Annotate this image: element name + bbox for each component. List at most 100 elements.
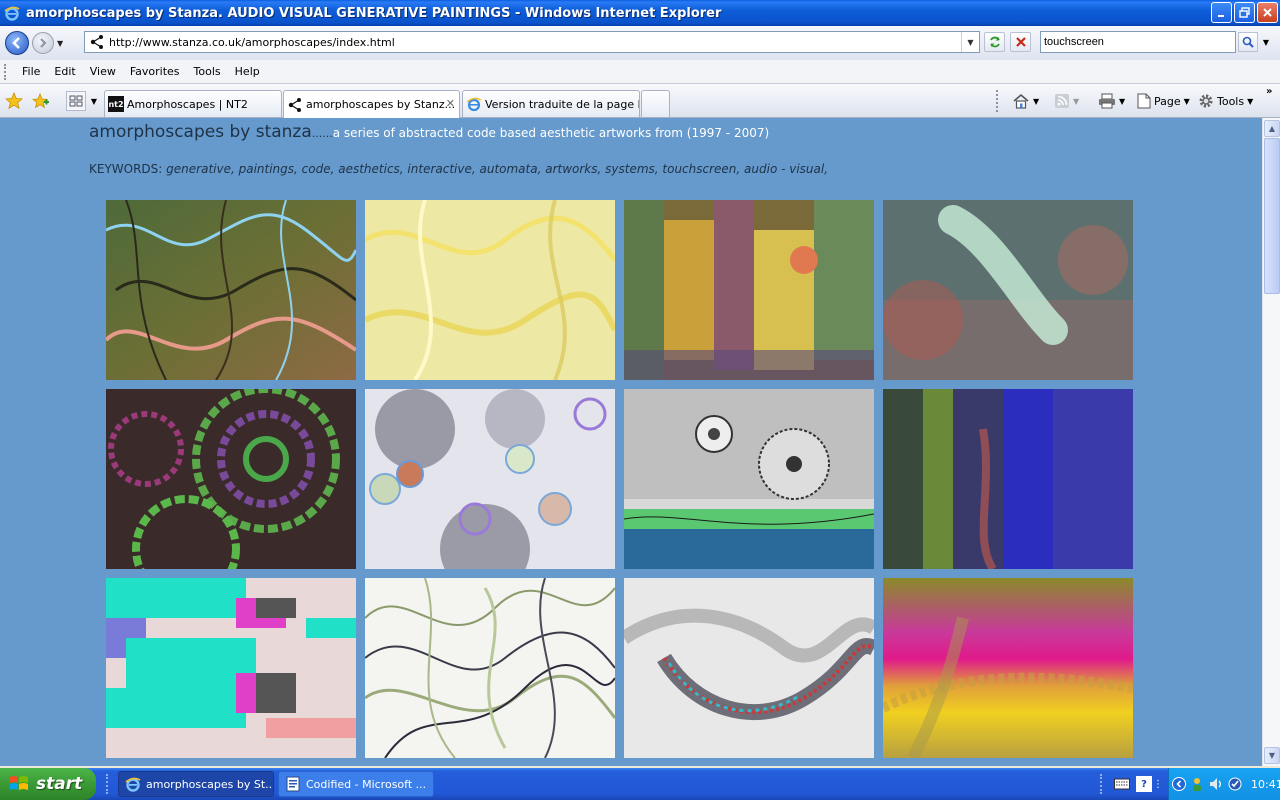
- forward-button[interactable]: [32, 32, 54, 54]
- keywords-label: KEYWORDS:: [89, 162, 163, 176]
- keyboard-icon[interactable]: [1114, 776, 1130, 792]
- ie-logo-icon: [125, 777, 141, 792]
- chevron-more-icon[interactable]: »: [1266, 86, 1272, 97]
- home-icon: [1013, 93, 1029, 109]
- address-bar[interactable]: http://www.stanza.co.uk/amorphoscapes/in…: [84, 31, 980, 53]
- scroll-up-button[interactable]: ▲: [1264, 120, 1280, 137]
- chevron-down-icon: ▼: [1033, 96, 1040, 106]
- search-icon: [1242, 36, 1254, 48]
- clock[interactable]: 10:41: [1251, 778, 1280, 791]
- arrow-left-icon: [12, 37, 20, 49]
- favorites-center-button[interactable]: [5, 92, 23, 110]
- start-button[interactable]: start: [0, 768, 96, 800]
- taskbar-task-ie[interactable]: amorphoscapes by St...: [118, 771, 274, 797]
- search-options-dropdown[interactable]: ▼: [1260, 32, 1272, 52]
- task-label: Codified - Microsoft ...: [306, 777, 427, 791]
- ie-logo-icon: [4, 6, 20, 21]
- back-button[interactable]: [5, 31, 29, 55]
- menu-edit[interactable]: Edit: [47, 65, 82, 78]
- restore-button[interactable]: [1234, 2, 1255, 23]
- start-label: start: [36, 774, 83, 794]
- stop-icon: [1015, 37, 1026, 47]
- star-icon: [5, 92, 23, 110]
- tab-amorphoscapes[interactable]: amorphoscapes by Stanz... ✕: [283, 90, 460, 118]
- page-icon: [1137, 93, 1151, 109]
- chevron-down-icon: ▼: [1119, 96, 1126, 106]
- close-button[interactable]: [1257, 2, 1278, 23]
- tab-label: Version traduite de la page h...: [485, 97, 640, 111]
- speaker-glyph: [1210, 778, 1221, 790]
- menu-tools[interactable]: Tools: [187, 65, 228, 78]
- url-text[interactable]: http://www.stanza.co.uk/amorphoscapes/in…: [109, 36, 395, 49]
- minimize-button[interactable]: [1211, 2, 1232, 23]
- refresh-button[interactable]: [984, 32, 1005, 52]
- print-button[interactable]: ▼: [1098, 93, 1125, 109]
- network-user-icon[interactable]: [1189, 776, 1205, 792]
- chevron-down-icon: ▼: [1247, 96, 1254, 106]
- artwork-thumbnail[interactable]: [106, 389, 356, 569]
- arrow-right-icon: [40, 38, 47, 48]
- printer-icon: [1099, 93, 1115, 109]
- keywords-list: generative, paintings, code, aesthetics,…: [166, 162, 829, 176]
- page-title: amorphoscapes by stanza: [89, 122, 312, 142]
- new-tab-button[interactable]: [641, 90, 670, 117]
- recent-pages-dropdown[interactable]: ▼: [57, 39, 69, 48]
- page-header: amorphoscapes by stanza......a series of…: [89, 122, 769, 142]
- page-menu-label: Page: [1154, 94, 1181, 108]
- close-icon: [1263, 8, 1272, 17]
- vertical-scrollbar[interactable]: ▲ ▼: [1262, 118, 1280, 766]
- toolbar-grip[interactable]: [4, 63, 7, 80]
- feeds-button[interactable]: ▼: [1054, 93, 1079, 109]
- tab-bar: ▼ nt2 Amorphoscapes | NT2 amorphoscapes …: [0, 84, 1280, 118]
- volume-icon[interactable]: [1208, 776, 1224, 792]
- window-title-bar[interactable]: amorphoscapes by Stanza. AUDIO VISUAL GE…: [0, 0, 1280, 26]
- taskbar-grip[interactable]: [106, 774, 108, 794]
- artwork-thumbnail[interactable]: [624, 578, 874, 758]
- menu-file[interactable]: File: [15, 65, 47, 78]
- address-toolbar: ▼ http://www.stanza.co.uk/amorphoscapes/…: [0, 26, 1280, 60]
- tab-list-dropdown[interactable]: ▼: [88, 92, 100, 110]
- tab-nt2[interactable]: nt2 Amorphoscapes | NT2: [104, 90, 282, 117]
- command-bar-grip[interactable]: [996, 90, 998, 112]
- artwork-thumbnail[interactable]: [624, 389, 874, 569]
- add-favorite-icon: [32, 92, 49, 109]
- tray-expand-icon[interactable]: [1172, 776, 1186, 792]
- menu-help[interactable]: Help: [228, 65, 267, 78]
- artwork-thumbnail[interactable]: [624, 200, 874, 380]
- artwork-thumbnail[interactable]: [106, 578, 356, 758]
- artwork-thumbnail[interactable]: [883, 578, 1133, 758]
- title-dots: ......: [311, 127, 333, 140]
- keywords-line: KEYWORDS: generative, paintings, code, a…: [89, 162, 828, 176]
- page-menu-button[interactable]: Page ▼: [1137, 93, 1190, 109]
- nt2-favicon-icon: nt2: [108, 96, 124, 112]
- keyboard-glyph: [1114, 778, 1130, 790]
- taskbar-task-codified[interactable]: Codified - Microsoft ...: [278, 771, 434, 797]
- tab-translated-page[interactable]: Version traduite de la page h...: [462, 90, 640, 117]
- menu-favorites[interactable]: Favorites: [123, 65, 187, 78]
- address-dropdown[interactable]: ▼: [961, 32, 979, 52]
- quick-tabs-button[interactable]: [66, 91, 86, 111]
- artwork-thumbnail[interactable]: [106, 200, 356, 380]
- antivirus-icon[interactable]: [1227, 776, 1243, 792]
- menu-view[interactable]: View: [83, 65, 123, 78]
- document-icon: [286, 776, 300, 792]
- stop-button[interactable]: [1010, 32, 1031, 52]
- artwork-thumbnail[interactable]: [365, 389, 615, 569]
- scroll-thumb[interactable]: [1264, 138, 1280, 294]
- search-input[interactable]: [1040, 31, 1236, 53]
- artwork-thumbnail[interactable]: [883, 389, 1133, 569]
- users-glyph: [1193, 778, 1201, 791]
- search-button[interactable]: [1238, 32, 1258, 52]
- tools-menu-button[interactable]: Tools ▼: [1198, 93, 1253, 109]
- restore-icon: [1239, 7, 1250, 18]
- tab-close-icon[interactable]: ✕: [446, 97, 455, 110]
- add-favorite-button[interactable]: [32, 92, 50, 110]
- windows-logo-icon: [10, 776, 28, 790]
- artwork-thumbnail[interactable]: [883, 200, 1133, 380]
- page-subtitle: a series of abstracted code based aesthe…: [332, 126, 770, 140]
- artwork-thumbnail[interactable]: [365, 200, 615, 380]
- artwork-thumbnail[interactable]: [365, 578, 615, 758]
- chevron-down-icon: ▼: [1183, 96, 1190, 106]
- home-button[interactable]: ▼: [1012, 93, 1039, 109]
- scroll-down-button[interactable]: ▼: [1264, 747, 1280, 764]
